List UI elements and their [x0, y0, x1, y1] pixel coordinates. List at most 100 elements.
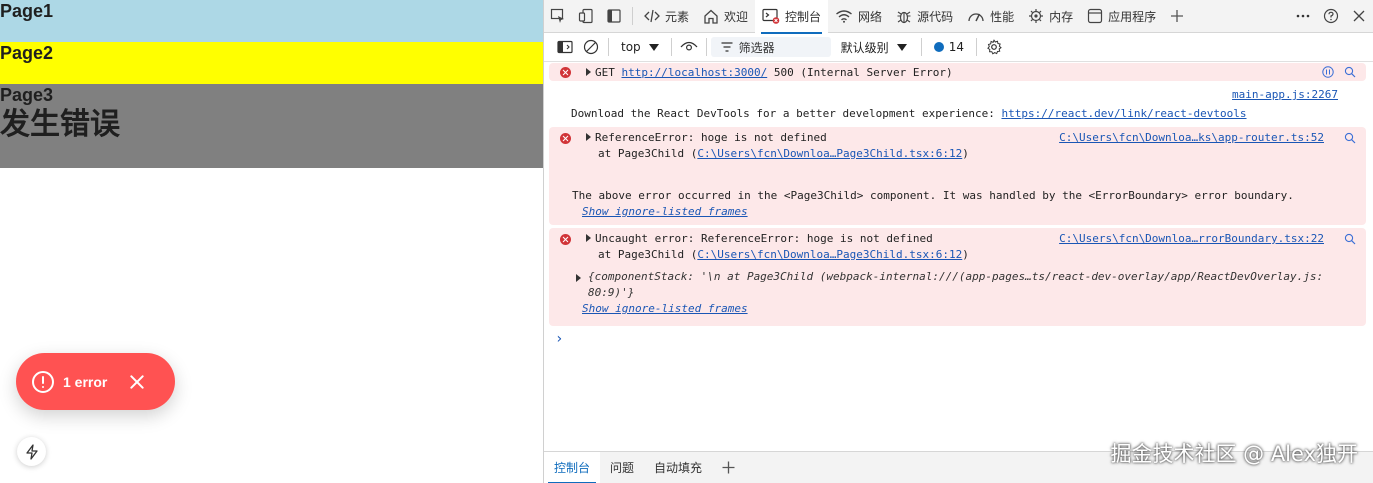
expand-triangle-icon[interactable] [586, 68, 591, 76]
toolbar-divider [670, 38, 672, 56]
error-count-label: 1 error [63, 373, 108, 390]
clear-console-button[interactable] [578, 33, 604, 62]
source-link[interactable]: C:\Users\fcn\Downloa…ks\app-router.ts:52 [1059, 130, 1324, 146]
devtools-panel: 元素 欢迎 控制台 网络 源代码 性能 内存 应用程序 top 筛选器 默认级别… [543, 0, 1373, 483]
add-panel-button[interactable] [1163, 0, 1191, 33]
caret-down-icon [896, 43, 907, 51]
bug-icon [897, 11, 911, 24]
issues-count: 14 [948, 40, 964, 54]
device-emulation-button[interactable] [572, 0, 600, 33]
info-text: Download the React DevTools for a better… [571, 107, 995, 120]
react-devtools-link[interactable]: https://react.dev/link/react-devtools [1001, 107, 1246, 120]
stack-suffix: ) [962, 248, 969, 261]
gear-icon [987, 39, 1002, 55]
message-actions [1322, 66, 1356, 78]
console-error-row[interactable]: GET http://localhost:3000/ 500 (Internal… [549, 63, 1366, 81]
error-boundary-note: The above error occurred in the <Page3Ch… [572, 189, 1294, 202]
close-icon[interactable] [129, 374, 145, 390]
network-request-icon[interactable] [1322, 66, 1334, 78]
issues-counter[interactable]: 14 [926, 40, 972, 54]
nextjs-devtools-button[interactable] [17, 437, 46, 466]
close-devtools-button[interactable] [1345, 0, 1373, 33]
search-icon[interactable] [1344, 233, 1356, 245]
console-output: GET http://localhost:3000/ 500 (Internal… [544, 63, 1373, 451]
toolbar-divider [608, 38, 609, 56]
eye-icon [680, 41, 698, 51]
search-icon[interactable] [1344, 132, 1356, 144]
source-link[interactable]: C:\Users\fcn\Downloa…rrorBoundary.tsx:22 [1059, 231, 1324, 247]
plus-icon [722, 461, 735, 474]
drawer-tab-issues[interactable]: 问题 [600, 452, 644, 483]
error-toast-button[interactable]: 1 error [16, 353, 175, 410]
filter-icon [721, 42, 733, 52]
console-prompt[interactable]: › [544, 329, 1373, 349]
console-error-row[interactable]: ReferenceError: hoge is not defined at P… [549, 127, 1366, 225]
lightning-icon [25, 443, 38, 460]
issues-icon [933, 42, 944, 52]
page3-label: Page3 [0, 85, 54, 105]
message-actions [1344, 233, 1356, 245]
tab-console-label: 控制台 [785, 9, 822, 24]
drawer-tab-autofill[interactable]: 自动填充 [644, 452, 712, 483]
tab-performance-label: 性能 [990, 9, 1015, 24]
block-icon [583, 39, 599, 55]
component-stack-object[interactable]: {componentStack: '\n at Page3Child (webp… [576, 269, 1358, 301]
device-icon [578, 8, 593, 24]
toolbar-divider [920, 38, 922, 56]
tab-network-label: 网络 [858, 9, 883, 24]
object-line-2: 80:9)'} [588, 286, 635, 299]
expand-triangle-icon[interactable] [586, 234, 591, 242]
live-expression-button[interactable] [676, 33, 702, 62]
error-message: Uncaught error: ReferenceError: hoge is … [595, 232, 933, 245]
caret-down-icon [648, 43, 659, 51]
http-status: 500 (Internal Server Error) [773, 66, 953, 79]
alert-circle-icon [32, 370, 54, 393]
tab-network[interactable]: 网络 [828, 0, 889, 33]
more-options-button[interactable] [1289, 0, 1317, 33]
context-value: top [621, 40, 641, 54]
tab-sources[interactable]: 源代码 [889, 0, 960, 33]
drawer-tab-console[interactable]: 控制台 [544, 451, 601, 483]
gauge-icon [968, 13, 984, 22]
console-settings-button[interactable] [981, 33, 1007, 62]
toggle-sidebar-button[interactable] [552, 33, 578, 62]
page1-block: Page1 [0, 0, 543, 42]
error-icon [560, 234, 571, 245]
filter-placeholder: 筛选器 [738, 40, 775, 55]
help-button[interactable] [1317, 0, 1345, 33]
tab-welcome-label: 欢迎 [724, 9, 749, 24]
source-link[interactable]: main-app.js:2267 [1232, 87, 1338, 103]
toolbar-divider [705, 38, 707, 56]
expand-triangle-icon[interactable] [576, 274, 581, 282]
tab-console[interactable]: 控制台 [755, 0, 829, 34]
object-line-1: {componentStack: '\n at Page3Child (webp… [588, 270, 1324, 283]
toolbar-divider [975, 38, 977, 56]
tab-elements[interactable]: 元素 [637, 0, 696, 33]
inspect-element-button[interactable] [544, 0, 572, 33]
inspect-icon [550, 8, 564, 23]
tab-application[interactable]: 应用程序 [1080, 0, 1163, 33]
page1-label: Page1 [0, 1, 54, 21]
http-method: GET [595, 66, 615, 79]
show-ignored-frames-link[interactable]: Show ignore-listed frames [582, 205, 748, 218]
page2-block: Page2 [0, 42, 543, 84]
console-error-row[interactable]: Uncaught error: ReferenceError: hoge is … [549, 228, 1366, 326]
drawer-add-tab-button[interactable] [712, 452, 745, 483]
context-selector[interactable]: top [613, 36, 667, 58]
request-url-link[interactable]: http://localhost:3000/ [622, 66, 768, 79]
stack-frame-link[interactable]: C:\Users\fcn\Downloa…Page3Child.tsx:6:12 [697, 248, 962, 261]
show-ignored-frames-link[interactable]: Show ignore-listed frames [582, 302, 748, 315]
close-icon [1353, 10, 1365, 22]
tab-performance[interactable]: 性能 [960, 0, 1021, 33]
dock-sidebar-button[interactable] [600, 0, 628, 33]
console-filter-input[interactable]: 筛选器 [710, 37, 831, 57]
log-level-dropdown[interactable]: 默认级别 [831, 39, 917, 56]
expand-triangle-icon[interactable] [586, 133, 591, 141]
stack-frame-link[interactable]: C:\Users\fcn\Downloa…Page3Child.tsx:6:12 [697, 147, 962, 160]
tab-welcome[interactable]: 欢迎 [696, 0, 755, 33]
page2-label: Page2 [0, 43, 54, 63]
tab-memory-label: 内存 [1049, 9, 1074, 24]
search-icon[interactable] [1344, 66, 1356, 78]
devtools-tabbar: 元素 欢迎 控制台 网络 源代码 性能 内存 应用程序 [544, 0, 1373, 34]
tab-memory[interactable]: 内存 [1021, 0, 1080, 33]
